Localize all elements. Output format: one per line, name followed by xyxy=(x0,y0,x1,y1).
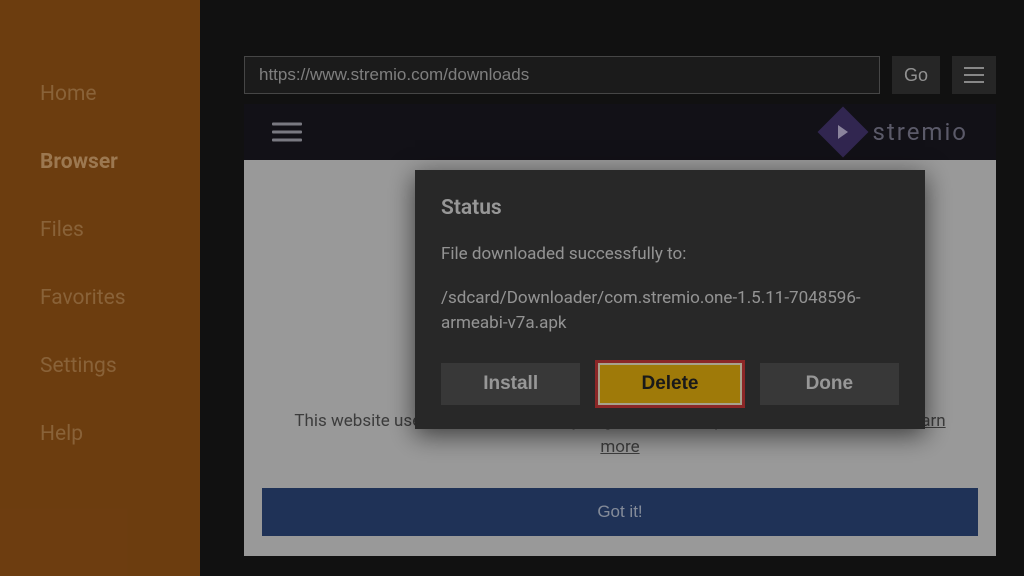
done-button[interactable]: Done xyxy=(760,363,899,405)
sidebar-item-browser[interactable]: Browser xyxy=(0,128,200,196)
delete-button[interactable]: Delete xyxy=(598,363,741,405)
sidebar-item-help[interactable]: Help xyxy=(0,400,200,468)
main: Go stremio xyxy=(200,0,1024,576)
url-bar-row: Go xyxy=(200,0,1024,110)
go-button[interactable]: Go xyxy=(892,56,940,94)
dialog-message: File downloaded successfully to: xyxy=(441,242,899,268)
hamburger-icon xyxy=(272,123,302,126)
site-header: stremio xyxy=(244,104,996,160)
sidebar-item-settings[interactable]: Settings xyxy=(0,332,200,400)
site-menu-button[interactable] xyxy=(272,123,302,142)
sidebar: Home Browser Files Favorites Settings He… xyxy=(0,0,200,576)
status-dialog: Status File downloaded successfully to: … xyxy=(415,170,925,429)
gotit-button[interactable]: Got it! xyxy=(262,488,978,536)
brand: stremio xyxy=(825,114,968,150)
hamburger-icon xyxy=(964,67,984,69)
dialog-title: Status xyxy=(441,196,899,220)
sidebar-item-files[interactable]: Files xyxy=(0,196,200,264)
sidebar-item-favorites[interactable]: Favorites xyxy=(0,264,200,332)
sidebar-item-home[interactable]: Home xyxy=(0,60,200,128)
menu-button[interactable] xyxy=(952,56,996,94)
stremio-logo-icon xyxy=(817,107,868,158)
install-button[interactable]: Install xyxy=(441,363,580,405)
dialog-file-path: /sdcard/Downloader/com.stremio.one-1.5.1… xyxy=(441,286,899,337)
url-input[interactable] xyxy=(244,56,880,94)
brand-text: stremio xyxy=(873,118,968,146)
app-root: Home Browser Files Favorites Settings He… xyxy=(0,0,1024,576)
dialog-button-row: Install Delete Done xyxy=(441,363,899,405)
